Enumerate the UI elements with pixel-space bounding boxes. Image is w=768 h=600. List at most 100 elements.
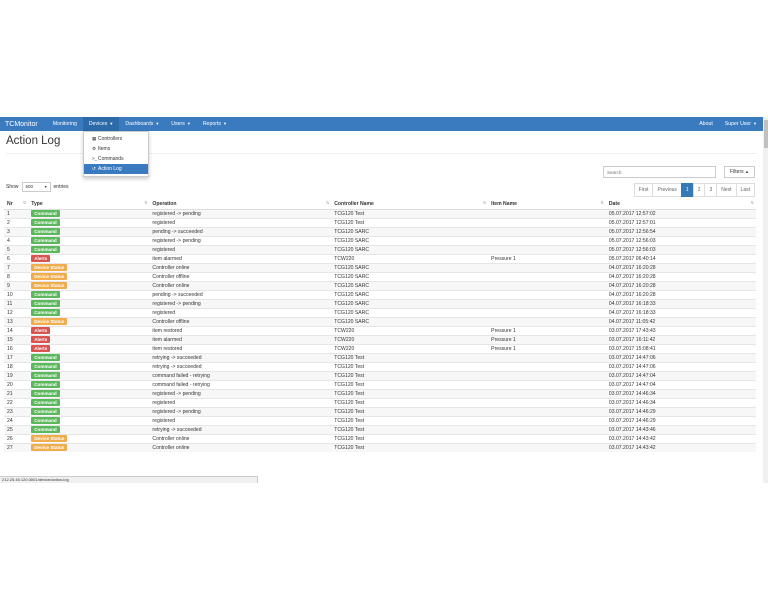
nav-item-dashboards[interactable]: Dashboards ▼ <box>119 117 165 131</box>
table-row[interactable]: 17 Command retrying -> succeeded TCG120 Tes… <box>4 353 756 363</box>
menu-item-label: Commands <box>98 156 124 162</box>
page-link-next[interactable]: Next <box>716 183 737 197</box>
column-header-date[interactable]: Date ⇅ <box>605 199 756 210</box>
table-cell: 25 <box>4 425 29 435</box>
table-row[interactable]: 13 Device Status Controller offline TCG120 … <box>4 317 756 327</box>
table-cell: TCG120 Test <box>331 353 489 363</box>
table-cell: Command <box>28 425 150 435</box>
nav-item-label: Dashboards <box>125 121 154 127</box>
table-cell: Command <box>28 416 150 426</box>
table-cell: Command <box>28 236 150 246</box>
table-cell: pending -> succeeded <box>149 227 332 237</box>
caret-down-icon: ▼ <box>109 121 114 126</box>
column-header-label: Controller Name <box>334 201 374 207</box>
table-row[interactable]: 19 Command command failed - retrying TCG120… <box>4 371 756 381</box>
table-cell <box>488 236 606 246</box>
sort-icon: ⇅ <box>22 200 27 205</box>
table-row[interactable]: 5 Command registered TCG120 SARC 05.07.2017 … <box>4 245 756 255</box>
nav-item-about[interactable]: About <box>693 117 719 131</box>
column-header-label: Date <box>608 201 620 207</box>
table-row[interactable]: 25 Command retrying -> succeeded TCG120 Tes… <box>4 425 756 435</box>
column-header-operation[interactable]: Operation ⇅ <box>149 199 332 210</box>
column-header-nr[interactable]: Nr ⇅ <box>4 199 29 210</box>
table-row[interactable]: 4 Command registered -> pending TCG120 SARC… <box>4 236 756 246</box>
page-scrollbar[interactable] <box>763 117 768 483</box>
table-cell: registered <box>149 308 332 318</box>
page-link-last[interactable]: Last <box>735 183 755 197</box>
table-cell: Device Status <box>28 434 150 444</box>
page-link-previous[interactable]: Previous <box>652 183 682 197</box>
table-cell: Command <box>28 209 150 219</box>
nav-item-super-user[interactable]: Super User ▼ <box>719 117 763 131</box>
table-cell: 03.07.2017 17:43:43 <box>605 326 756 336</box>
nav-menu: Monitoring Devices ▼ Dashboards ▼ Users ▼ Repor… <box>47 117 233 131</box>
table-row[interactable]: 22 Command registered TCG120 Test 03.07.2017… <box>4 398 756 408</box>
table-cell: 03.07.2017 14:43:42 <box>605 434 756 444</box>
column-header-item-name[interactable]: Item Name ⇅ <box>488 199 606 210</box>
column-header-controller-name[interactable]: Controller Name ⇅ <box>331 199 489 210</box>
table-row[interactable]: 20 Command command failed - retrying TCG120… <box>4 380 756 390</box>
table-row[interactable]: 15 Alerts item alarmed TCW220 Pressure 1 03.0… <box>4 335 756 345</box>
table-cell: 1 <box>4 209 29 219</box>
table-row[interactable]: 8 Device Status Controller offline TCG120 S… <box>4 272 756 282</box>
table-row[interactable]: 26 Device Status Controller online TCG120 T… <box>4 434 756 444</box>
scrollbar-thumb[interactable] <box>763 120 768 148</box>
type-badge: Command <box>31 426 60 433</box>
table-cell: item alarmed <box>149 254 332 264</box>
table-cell: item alarmed <box>149 335 332 345</box>
menu-item-action-log[interactable]: ↺ Action Log <box>84 164 148 174</box>
table-row[interactable]: 2 Command registered TCG120 Test 05.07.2017 … <box>4 218 756 228</box>
table-cell <box>488 380 606 390</box>
table-cell <box>488 371 606 381</box>
search-input[interactable] <box>603 166 716 178</box>
type-badge: Command <box>31 219 60 226</box>
menu-item-items[interactable]: ⚙ Items <box>84 144 148 154</box>
table-cell <box>488 425 606 435</box>
page-length-control: Show 500 ▼ entries <box>6 182 69 192</box>
table-cell <box>488 245 606 255</box>
table-cell: 17 <box>4 353 29 363</box>
page-length-select[interactable]: 500 ▼ <box>21 182 51 192</box>
nav-item-devices[interactable]: Devices ▼ <box>82 117 120 131</box>
table-row[interactable]: 23 Command registered -> pending TCG120 Tes… <box>4 407 756 417</box>
nav-item-users[interactable]: Users ▼ <box>165 117 197 131</box>
table-row[interactable]: 21 Command registered -> pending TCG120 Tes… <box>4 389 756 399</box>
nav-item-reports[interactable]: Reports ▼ <box>197 117 233 131</box>
column-header-type[interactable]: Type ⇅ <box>28 199 150 210</box>
menu-item-commands[interactable]: >_Commands <box>84 154 148 164</box>
table-row[interactable]: 18 Command retrying -> succeeded TCG120 Tes… <box>4 362 756 372</box>
table-cell: Command <box>28 389 150 399</box>
table-row[interactable]: 10 Command pending -> succeeded TCG120 SARC… <box>4 290 756 300</box>
table-row[interactable]: 24 Command registered TCG120 Test 03.07.2017… <box>4 416 756 426</box>
table-cell: Controller offline <box>149 272 332 282</box>
table-cell <box>488 389 606 399</box>
menu-item-controllers[interactable]: ▦ Controllers <box>84 134 148 144</box>
table-cell: 03.07.2017 14:46:29 <box>605 416 756 426</box>
table-cell: 18 <box>4 362 29 372</box>
page-link-first[interactable]: First <box>633 183 654 197</box>
table-cell: 23 <box>4 407 29 417</box>
nav-item-monitoring[interactable]: Monitoring <box>47 117 83 131</box>
table-cell: 05.07.2017 12:57:02 <box>605 209 756 219</box>
table-row[interactable]: 27 Device Status Controller online TCG120 T… <box>4 443 756 452</box>
nav-right-menu: About Super User ▼ <box>693 117 763 131</box>
filters-button[interactable]: Filters ▲ <box>724 166 755 178</box>
table-cell: Command <box>28 218 150 228</box>
table-row[interactable]: 9 Device Status Controller online TCG120 SA… <box>4 281 756 291</box>
table-cell: 11 <box>4 299 29 309</box>
brand-logo[interactable]: TCMonitor <box>5 121 38 128</box>
table-row[interactable]: 1 Command registered -> pending TCG120 Test… <box>4 209 756 219</box>
table-row[interactable]: 16 Alerts item restored TCW220 Pressure 1 03.… <box>4 344 756 354</box>
table-row[interactable]: 6 Alerts item alarmed TCW220 Pressure 1 05.07… <box>4 254 756 264</box>
table-row[interactable]: 14 Alerts item restored TCW220 Pressure 1 03.… <box>4 326 756 336</box>
table-cell: registered -> pending <box>149 389 332 399</box>
table-cell: 21 <box>4 389 29 399</box>
table-row[interactable]: 11 Command registered -> pending TCG120 SAR… <box>4 299 756 309</box>
app-window: TCMonitor Monitoring Devices ▼ Dashboards ▼ U… <box>0 117 763 483</box>
table-row[interactable]: 3 Command pending -> succeeded TCG120 SARC 0… <box>4 227 756 237</box>
table-row[interactable]: 12 Command registered TCG120 SARC 04.07.2017… <box>4 308 756 318</box>
table-cell <box>488 272 606 282</box>
table-cell: item restored <box>149 326 332 336</box>
table-row[interactable]: 7 Device Status Controller online TCG120 SA… <box>4 263 756 273</box>
table-cell: registered <box>149 416 332 426</box>
